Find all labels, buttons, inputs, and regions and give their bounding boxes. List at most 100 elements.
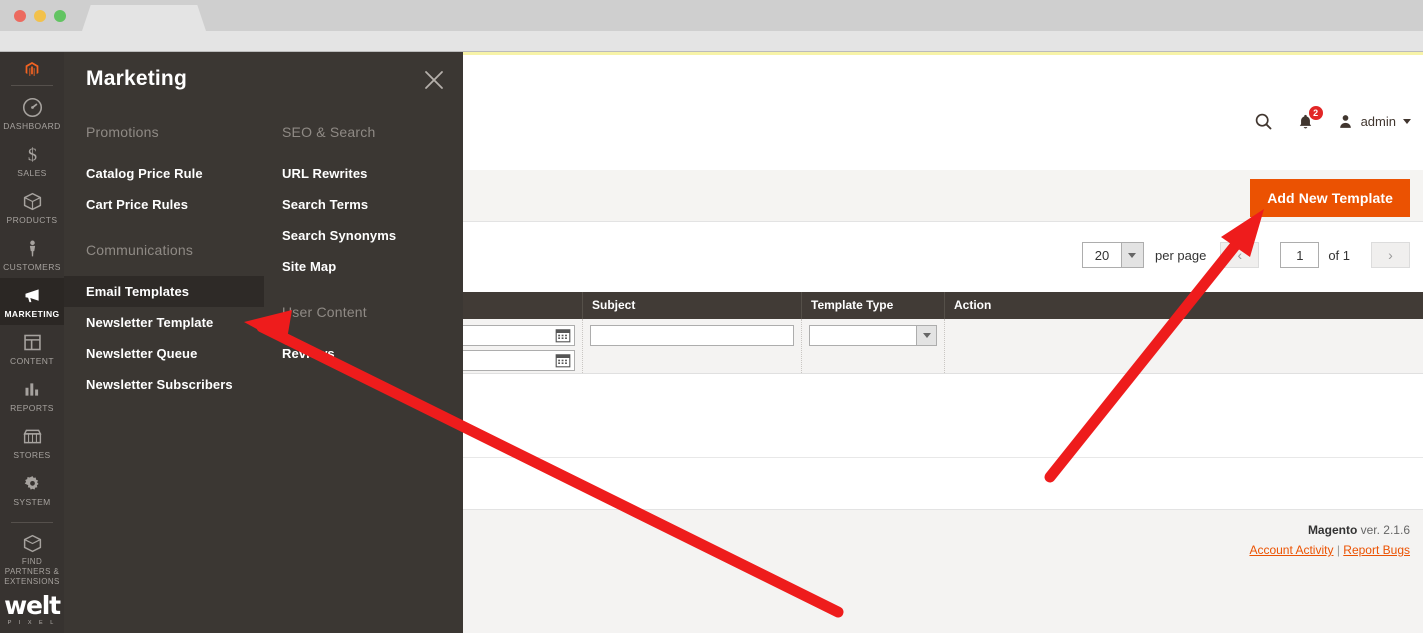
header-actions: 2 admin <box>1253 111 1411 132</box>
next-page-button[interactable]: › <box>1371 242 1410 268</box>
weltpixel-logo: welt P I X E L <box>0 593 64 627</box>
menu-item-newsletter-template[interactable]: Newsletter Template <box>64 307 264 338</box>
page-number-input[interactable]: 1 <box>1280 242 1319 268</box>
filter-template-type-select[interactable] <box>809 325 937 346</box>
flyout-spacer <box>260 282 460 304</box>
sidebar-item-stores[interactable]: STORES <box>0 419 64 466</box>
sidebar-item-label: MARKETING <box>0 309 64 319</box>
flyout-group-seo-search: SEO & Search <box>260 124 460 140</box>
svg-text:$: $ <box>27 145 36 165</box>
box-icon <box>0 191 64 213</box>
dashboard-icon <box>0 97 64 119</box>
weltpixel-subtitle: P I X E L <box>0 619 64 627</box>
account-activity-link[interactable]: Account Activity <box>1249 543 1333 557</box>
gear-icon <box>0 473 64 495</box>
flyout-group-communications: Communications <box>64 242 264 258</box>
sidebar-item-sales[interactable]: $ SALES <box>0 137 64 184</box>
per-page-value: 20 <box>1083 243 1121 267</box>
menu-item-url-rewrites[interactable]: URL Rewrites <box>260 158 460 189</box>
footer-links: Account Activity | Report Bugs <box>1249 543 1410 557</box>
menu-item-search-terms[interactable]: Search Terms <box>260 189 460 220</box>
sidebar-item-dashboard[interactable]: DASHBOARD <box>0 90 64 137</box>
menu-item-newsletter-queue[interactable]: Newsletter Queue <box>64 338 264 369</box>
browser-toolbar <box>0 31 1423 52</box>
column-header-template-type[interactable]: Template Type <box>801 292 944 319</box>
total-pages-label: of 1 <box>1328 248 1350 263</box>
person-icon <box>0 238 64 260</box>
flyout-title: Marketing <box>86 67 187 91</box>
sidebar-item-label: SALES <box>0 168 64 178</box>
sidebar-item-label: DASHBOARD <box>0 121 64 131</box>
magento-logo[interactable] <box>15 62 49 76</box>
sidebar-item-label: CONTENT <box>0 356 64 366</box>
screenshot-root: DASHBOARD $ SALES PRODUCTS CUSTOMERS MAR… <box>0 0 1423 633</box>
flyout-group-promotions: Promotions <box>64 124 264 140</box>
search-icon[interactable] <box>1253 111 1274 132</box>
menu-item-reviews[interactable]: Reviews <box>260 338 460 369</box>
per-page-select[interactable]: 20 <box>1082 242 1144 268</box>
sidebar-item-label: REPORTS <box>0 403 64 413</box>
filter-cell-action <box>944 319 1034 373</box>
window-controls <box>14 10 66 22</box>
flyout-column-promotions: Promotions Catalog Price Rule Cart Price… <box>64 124 264 400</box>
footer-link-separator: | <box>1337 543 1340 557</box>
flyout-spacer <box>64 220 264 242</box>
store-icon <box>0 426 64 448</box>
browser-tab[interactable] <box>82 5 206 31</box>
layout-icon <box>0 332 64 354</box>
sidebar-item-products[interactable]: PRODUCTS <box>0 184 64 231</box>
filter-subject-input[interactable] <box>590 325 794 346</box>
minimize-window-button[interactable] <box>34 10 46 22</box>
magento-brand: Magento <box>1308 523 1357 537</box>
sidebar-item-label: CUSTOMERS <box>0 262 64 272</box>
sidebar-item-customers[interactable]: CUSTOMERS <box>0 231 64 278</box>
chevron-down-icon <box>1403 119 1411 124</box>
close-icon[interactable] <box>423 69 445 91</box>
user-icon <box>1337 113 1354 130</box>
weltpixel-wordmark: welt <box>0 593 64 619</box>
sidebar-item-label: PRODUCTS <box>0 215 64 225</box>
version-info: Magento ver. 2.1.6 <box>1308 523 1410 537</box>
sidebar-item-label: SYSTEM <box>0 497 64 507</box>
sidebar-item-content[interactable]: CONTENT <box>0 325 64 372</box>
close-window-button[interactable] <box>14 10 26 22</box>
chevron-down-icon <box>916 326 936 345</box>
per-page-label: per page <box>1155 248 1206 263</box>
column-header-action[interactable]: Action <box>944 292 1034 319</box>
flyout-column-seo: SEO & Search URL Rewrites Search Terms S… <box>260 124 460 369</box>
column-header-subject[interactable]: Subject <box>582 292 801 319</box>
filter-cell-subject <box>582 319 801 373</box>
sidebar-item-marketing[interactable]: MARKETING <box>0 278 64 325</box>
menu-item-newsletter-subscribers[interactable]: Newsletter Subscribers <box>64 369 264 400</box>
sidebar-item-label: STORES <box>0 450 64 460</box>
flyout-group-user-content: User Content <box>260 304 460 320</box>
filter-cell-template-type <box>801 319 944 373</box>
sidebar-item-reports[interactable]: REPORTS <box>0 372 64 419</box>
dollar-icon: $ <box>0 144 64 166</box>
menu-item-catalog-price-rule[interactable]: Catalog Price Rule <box>64 158 264 189</box>
zoom-window-button[interactable] <box>54 10 66 22</box>
admin-user-name: admin <box>1361 114 1396 129</box>
pagination-controls: 20 per page ‹ 1 of 1 › <box>1082 242 1410 268</box>
megaphone-icon <box>0 285 64 307</box>
chevron-down-icon <box>1121 243 1143 267</box>
browser-chrome <box>0 0 1423 31</box>
add-new-template-button[interactable]: Add New Template <box>1250 179 1410 217</box>
marketing-flyout-menu: Marketing Promotions Catalog Price Rule … <box>64 52 463 633</box>
notification-count-badge: 2 <box>1308 105 1324 121</box>
admin-user-menu[interactable]: admin <box>1337 113 1411 130</box>
sidebar-item-find-partners-extensions[interactable]: FIND PARTNERS & EXTENSIONS <box>0 526 64 593</box>
previous-page-button[interactable]: ‹ <box>1220 242 1259 268</box>
admin-sidebar: DASHBOARD $ SALES PRODUCTS CUSTOMERS MAR… <box>0 52 64 633</box>
version-number: ver. 2.1.6 <box>1361 523 1410 537</box>
menu-item-cart-price-rules[interactable]: Cart Price Rules <box>64 189 264 220</box>
menu-item-site-map[interactable]: Site Map <box>260 251 460 282</box>
sidebar-item-label: FIND PARTNERS & EXTENSIONS <box>0 557 64 587</box>
notifications-button[interactable]: 2 <box>1296 112 1315 132</box>
menu-item-email-templates[interactable]: Email Templates <box>64 276 264 307</box>
menu-item-search-synonyms[interactable]: Search Synonyms <box>260 220 460 251</box>
bar-chart-icon <box>0 379 64 401</box>
report-bugs-link[interactable]: Report Bugs <box>1343 543 1410 557</box>
sidebar-item-system[interactable]: SYSTEM <box>0 466 64 513</box>
package-icon <box>0 533 64 555</box>
